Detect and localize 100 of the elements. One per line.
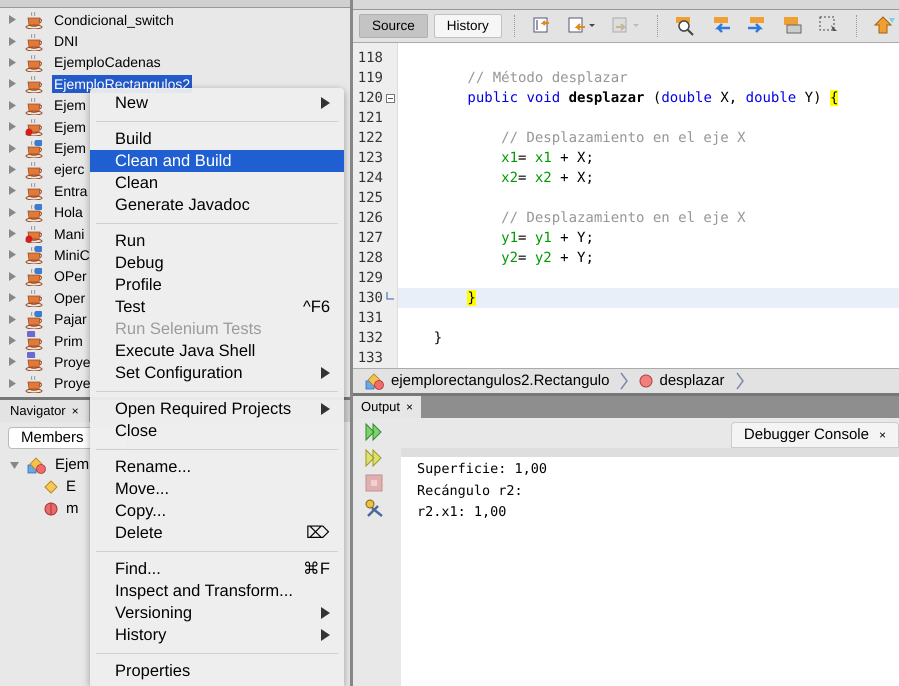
menu-item[interactable]: History (90, 624, 344, 646)
project-name[interactable]: OPer (52, 267, 89, 286)
close-icon[interactable]: × (878, 426, 886, 444)
menu-item-label: Copy... (115, 500, 168, 522)
output-line: Recángulo r2: (417, 482, 524, 500)
collapsed-arrow-icon (8, 79, 17, 88)
line-number: 127 (356, 228, 383, 248)
menu-item[interactable]: Generate Javadoc (90, 194, 344, 216)
code-line: public void desplazar (double X, double Y) { (466, 88, 838, 108)
code-line: y1= y1 + Y; (500, 228, 594, 248)
menu-item-label: Debug (115, 252, 165, 274)
close-icon[interactable]: × (406, 398, 414, 416)
tab-label: Debugger Console (744, 424, 869, 445)
collapsed-arrow-icon (8, 250, 17, 260)
project-name[interactable]: Ejem (52, 96, 88, 114)
menu-item[interactable]: Move... (90, 478, 344, 500)
menu-item[interactable]: New (90, 92, 344, 114)
menu-item[interactable]: Profile (90, 274, 344, 296)
collapsed-arrow-icon (8, 336, 17, 346)
navigator-node[interactable]: E (66, 476, 76, 498)
line-number: 125 (356, 188, 383, 208)
project-cup-badge-icon (25, 352, 44, 372)
menu-item[interactable]: Versioning (90, 602, 344, 624)
navigator-node[interactable]: m (66, 498, 78, 520)
menu-item-label: Generate Javadoc (115, 194, 251, 216)
breadcrumb-item[interactable]: desplazar (659, 370, 725, 392)
project-name[interactable]: Oper (52, 288, 88, 307)
menu-item[interactable]: Copy... (90, 500, 344, 522)
project-cup-badge-icon (25, 138, 44, 158)
project-name[interactable]: Mani (52, 224, 86, 243)
collapsed-arrow-icon (8, 229, 17, 238)
project-name[interactable]: Proye (52, 352, 93, 371)
diamond-icon (44, 480, 58, 494)
menu-item-label: Clean and Build (115, 150, 232, 172)
collapsed-arrow-icon (8, 36, 17, 46)
search-icon[interactable] (674, 15, 696, 37)
project-name[interactable]: Entra (52, 182, 90, 200)
menu-item-label: Open Required Projects (115, 398, 292, 420)
breadcrumb-item[interactable]: ejemplorectangulos2.Rectangulo (391, 370, 610, 392)
project-name[interactable]: Ejem (52, 139, 88, 158)
line-number: 132 (356, 328, 383, 348)
menu-item[interactable]: Clean (90, 172, 344, 194)
settings-icon[interactable] (364, 498, 384, 518)
project-cup-badge-icon (25, 331, 44, 350)
code-line: x2= x2 + X; (500, 168, 594, 188)
menu-item[interactable]: Clean and Build (90, 150, 344, 172)
project-name[interactable]: DNI (52, 32, 80, 50)
project-name[interactable]: Condicional_switch (52, 10, 176, 29)
menu-item-label: Test (115, 296, 146, 318)
line-number: 119 (356, 68, 383, 88)
code-line: // Desplazamiento en el eje X (500, 208, 746, 228)
navigator-node[interactable]: Ejem (55, 454, 90, 476)
project-cup-icon (25, 288, 44, 308)
project-name[interactable]: Proye (52, 374, 93, 392)
debugger-console-tab[interactable]: Debugger Console × (730, 422, 899, 448)
rerun-icon[interactable] (364, 422, 384, 442)
editor-tab[interactable]: Source (359, 14, 428, 38)
fold-toggle-icon[interactable] (386, 94, 395, 102)
menu-item[interactable]: Execute Java Shell (90, 340, 344, 362)
collapsed-arrow-icon (8, 272, 17, 281)
class-icon (365, 372, 385, 390)
line-number: 126 (356, 208, 383, 228)
method-icon (44, 502, 58, 516)
menu-item-label: Profile (115, 274, 163, 296)
menu-item[interactable]: Find... ⌘F (90, 558, 344, 580)
menu-item-label: Clean (115, 172, 160, 194)
project-cup-icon (25, 32, 44, 51)
menu-item[interactable]: Inspect and Transform... (90, 580, 344, 602)
editor-tab[interactable]: History (434, 14, 502, 38)
line-number: 118 (356, 48, 383, 68)
rerun-icon[interactable] (364, 448, 384, 468)
project-name[interactable]: EjemploCadenas (52, 53, 163, 72)
collapsed-arrow-icon (8, 186, 17, 196)
menu-item[interactable]: Rename... (90, 456, 344, 478)
menu-item[interactable]: Test ^F6 (90, 296, 344, 318)
menu-item[interactable]: Delete ⌦ (90, 522, 344, 544)
project-name[interactable]: Ejem (52, 118, 88, 136)
project-cup-badge-icon (25, 202, 44, 222)
collapsed-arrow-icon (8, 293, 17, 302)
menu-item[interactable]: Properties (90, 660, 344, 682)
menu-item[interactable]: Set Configuration (90, 362, 344, 384)
project-cup-badge-icon (25, 310, 44, 329)
project-cup-icon (25, 160, 44, 179)
project-cup-icon (25, 374, 44, 393)
menu-item[interactable]: Run (90, 230, 344, 252)
project-cup-badge-icon (25, 117, 44, 136)
navigator-tab[interactable]: Navigator × (0, 400, 90, 422)
menu-item[interactable]: Debug (90, 252, 344, 274)
code-line: x1= x1 + X; (500, 148, 594, 168)
close-icon[interactable]: × (72, 402, 79, 420)
output-tab[interactable]: Output × (353, 396, 422, 418)
menu-item[interactable]: Open Required Projects (90, 398, 344, 420)
project-name[interactable]: Pajar (52, 310, 89, 328)
project-name[interactable]: ejerc (52, 160, 86, 178)
project-name[interactable]: Prim (52, 332, 85, 350)
project-cup-icon (25, 10, 44, 30)
project-name[interactable]: MiniC (52, 246, 92, 264)
project-name[interactable]: Hola (52, 203, 85, 222)
menu-item[interactable]: Build (90, 128, 344, 150)
code-line: // Método desplazar (466, 68, 628, 88)
